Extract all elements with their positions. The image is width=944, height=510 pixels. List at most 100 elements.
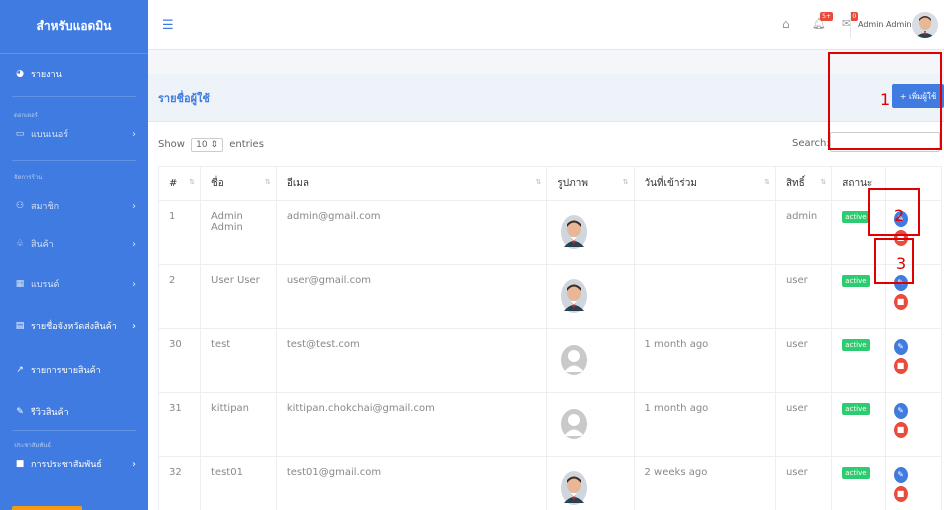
default-avatar-icon	[561, 409, 588, 439]
row-photo	[546, 200, 635, 265]
sidebar-item-products[interactable]: ♧ สินค้า ›	[0, 234, 148, 254]
users-icon: ⚇	[15, 201, 25, 211]
status-badge: active	[842, 211, 870, 223]
avatar[interactable]	[912, 12, 938, 38]
sidebar-brand[interactable]: สำหรับแอดมิน	[0, 0, 148, 54]
sidebar-item-label: สมาชิก	[31, 202, 60, 212]
row-photo	[546, 328, 635, 393]
row-joined: 1 month ago	[633, 392, 776, 457]
user-name[interactable]: Admin Admin	[858, 20, 912, 29]
sidebar-item-sales[interactable]: ↗ รายการขายสินค้า	[0, 360, 148, 380]
sort-icon[interactable]: ⇅	[820, 178, 826, 186]
sort-icon[interactable]: ⇅	[536, 178, 542, 186]
sidebar-item-label: รายงาน	[31, 70, 62, 80]
divider	[12, 430, 136, 431]
row-status-cell: active	[831, 328, 886, 393]
row-actions: ✎ ■	[884, 328, 943, 393]
table-row: 32 test01 test01@gmail.com 2 weeks ago user a…	[157, 456, 943, 510]
entries-control: Show 10 ⇕ entries	[158, 138, 264, 152]
column-header[interactable]: ชื่อ ⇅	[200, 166, 277, 201]
comment-icon: ✎	[16, 407, 24, 417]
sidebar-group-heading: จัดการร้าน	[14, 174, 43, 181]
divider	[12, 160, 136, 161]
table-row: 30 test test@test.com 1 month ago user active…	[157, 328, 943, 393]
chevron-right-icon: ›	[132, 320, 136, 332]
entries-select[interactable]: 10 ⇕	[191, 138, 224, 152]
annotation-number: 3	[896, 254, 907, 273]
sidebar-item-brands[interactable]: ▦ แบรนด์ ›	[0, 274, 148, 294]
megaphone-icon: ■	[15, 459, 25, 469]
sidebar-item-label: แบรนด์	[31, 280, 60, 290]
dashboard-icon: ◕	[16, 69, 24, 79]
status-badge: active	[842, 275, 870, 287]
sidebar-item-label: รีวิวสินค้า	[31, 408, 69, 418]
row-photo	[546, 456, 635, 510]
sort-icon[interactable]: ⇅	[265, 178, 271, 186]
menu-toggle-icon[interactable]: ☰	[162, 18, 174, 33]
sidebar-item-pr[interactable]: ■ การประชาสัมพันธ์ ›	[0, 454, 148, 474]
page-header: รายชื่อผู้ใช้ + เพิ่มผู้ใช้	[148, 74, 944, 122]
sidebar-item-label: รายการขายสินค้า	[31, 366, 101, 376]
table-row: 1 Admin Admin admin@gmail.com admin active ✎ ■	[157, 200, 943, 265]
sidebar-group-heading: ดอกเตอร์	[14, 112, 38, 119]
sidebar-item-reviews[interactable]: ✎ รีวิวสินค้า	[0, 402, 148, 422]
status-badge: active	[842, 467, 870, 479]
users-table: # ⇅ ชื่อ ⇅ อีเมล ⇅ รูปภาพ ⇅ วันที่เข้าร่วม ⇅ สิทธิ…	[157, 166, 943, 510]
man-avatar-icon	[561, 471, 588, 505]
column-header[interactable]: อีเมล ⇅	[275, 166, 548, 201]
sort-icon[interactable]: ⇅	[623, 178, 629, 186]
man-avatar-icon	[561, 215, 588, 249]
row-role: user	[774, 264, 833, 329]
tag-icon: ▦	[15, 279, 25, 289]
trash-icon: ■	[896, 489, 905, 498]
row-actions: ✎ ■	[884, 392, 943, 457]
delete-button[interactable]: ■	[893, 486, 908, 502]
sidebar-item-label: แบนเนอร์	[31, 130, 69, 140]
row-id: 32	[157, 456, 202, 510]
bell-icon[interactable]: 🔔︎ 5+	[812, 12, 833, 30]
sidebar-bottom-button[interactable]	[12, 506, 82, 510]
default-avatar-icon	[561, 345, 588, 375]
row-photo	[546, 392, 635, 457]
column-header[interactable]: # ⇅	[157, 166, 202, 201]
column-header[interactable]: รูปภาพ ⇅	[546, 166, 635, 201]
home-icon[interactable]: ⌂	[782, 17, 790, 31]
edit-icon: ✎	[897, 406, 904, 415]
man-avatar-icon	[561, 279, 588, 313]
topbar: ☰ ⌂ 🔔︎ 5+ ✉ 0 Admin Admin	[148, 0, 944, 50]
edit-button[interactable]: ✎	[893, 339, 908, 355]
users-panel: Show 10 ⇕ entries Search: # ⇅ ชื่อ ⇅ อีเมล ⇅ ร…	[148, 122, 944, 510]
row-status-cell: active	[831, 456, 886, 510]
chart-icon: ↗	[16, 365, 24, 375]
entries-label: entries	[229, 139, 264, 150]
sidebar-item-shipping[interactable]: ▤ รายชื่อจังหวัดส่งสินค้า ›	[0, 316, 148, 336]
column-header[interactable]: วันที่เข้าร่วม ⇅	[633, 166, 776, 201]
edit-button[interactable]: ✎	[893, 467, 908, 483]
sidebar-item-report[interactable]: ◕ รายงาน	[0, 64, 148, 84]
chevron-right-icon: ›	[132, 200, 136, 212]
delete-button[interactable]: ■	[893, 422, 908, 438]
row-email: test@test.com	[275, 328, 548, 393]
row-joined	[633, 200, 776, 265]
sidebar-group-heading: ประชาสัมพันธ์	[14, 442, 52, 449]
status-badge: active	[842, 339, 870, 351]
delete-button[interactable]: ■	[893, 358, 908, 374]
row-role: user	[774, 392, 833, 457]
page-title: รายชื่อผู้ใช้	[158, 92, 210, 105]
sort-icon[interactable]: ⇅	[764, 178, 770, 186]
edit-button[interactable]: ✎	[893, 403, 908, 419]
row-name: test	[200, 328, 277, 393]
row-name: kittipan	[200, 392, 277, 457]
row-actions: ✎ ■	[884, 456, 943, 510]
delete-button[interactable]: ■	[893, 294, 908, 310]
row-name: Admin Admin	[200, 200, 277, 265]
sort-icon[interactable]: ⇅	[189, 178, 195, 186]
sidebar-item-label: รายชื่อจังหวัดส่งสินค้า	[31, 322, 117, 332]
sidebar-item-banners[interactable]: ▭ แบนเนอร์ ›	[0, 124, 148, 144]
edit-icon: ✎	[897, 470, 904, 479]
sidebar-item-members[interactable]: ⚇ สมาชิก ›	[0, 196, 148, 216]
status-badge: active	[842, 403, 870, 415]
row-email: user@gmail.com	[275, 264, 548, 329]
chevron-right-icon: ›	[132, 278, 136, 290]
column-header[interactable]: สิทธิ์ ⇅	[774, 166, 833, 201]
